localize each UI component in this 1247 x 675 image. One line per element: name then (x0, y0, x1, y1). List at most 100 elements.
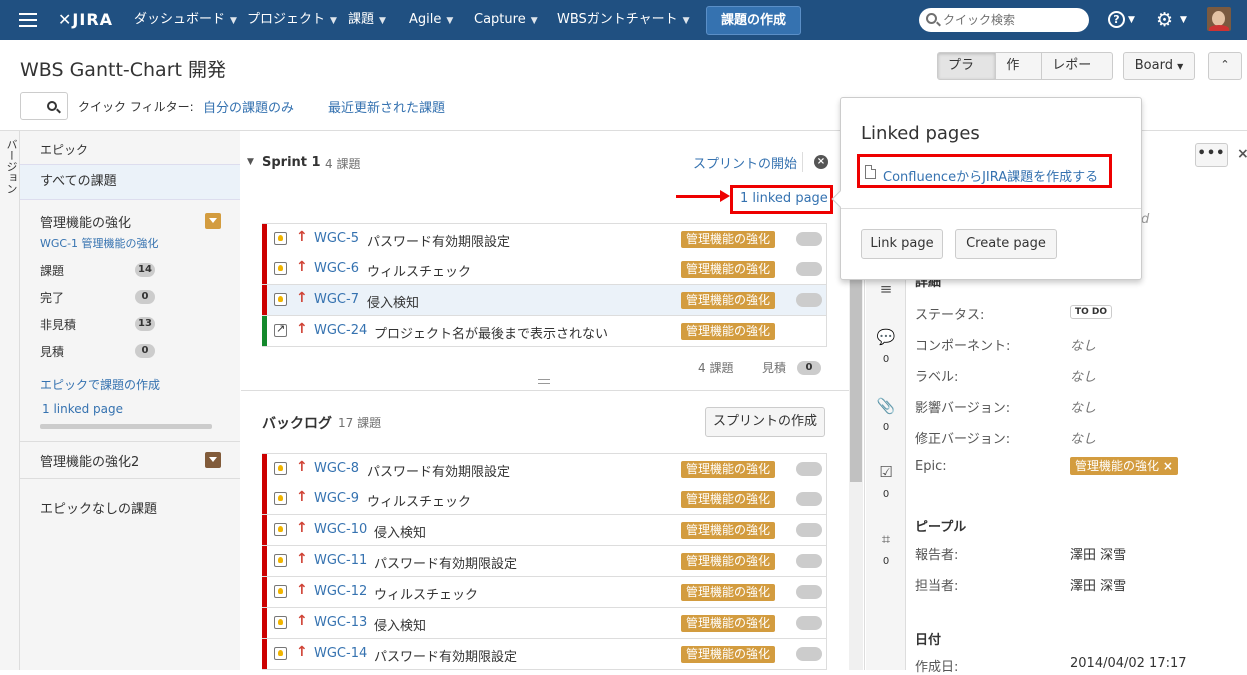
sprint-collapse-chevron-icon[interactable]: ▼ (247, 157, 254, 167)
board-menu-button[interactable]: Board ▼ (1123, 52, 1195, 80)
epic-create-issue-link[interactable]: エピックで課題の作成 (40, 376, 160, 393)
collapse-header-icon[interactable]: ⌃ (1208, 52, 1242, 80)
issue-key-link[interactable]: WGC-13 (314, 615, 367, 630)
mode-plan[interactable]: プラン (938, 53, 996, 79)
issue-epic-label[interactable]: 管理機能の強化 (681, 522, 776, 539)
issue-epic-label[interactable]: 管理機能の強化 (681, 615, 776, 632)
backlog-title: バックログ (262, 416, 332, 432)
link-page-button[interactable]: Link page (861, 229, 943, 259)
field-value[interactable]: なし (1070, 428, 1096, 447)
mode-work[interactable]: 作業 (995, 53, 1041, 79)
issue-key-link[interactable]: WGC-6 (314, 261, 359, 276)
user-avatar[interactable] (1207, 7, 1231, 31)
filter-search-input[interactable] (20, 92, 68, 120)
epic-field-tag[interactable]: 管理機能の強化 × (1070, 457, 1178, 475)
quick-search-input[interactable]: クイック検索 (919, 8, 1089, 32)
quick-filter-recently-updated[interactable]: 最近更新された課題 (328, 97, 445, 116)
help-icon[interactable]: ? (1108, 11, 1125, 28)
issue-row[interactable]: ↑ WGC-10 侵入検知 管理機能の強化 (262, 515, 827, 546)
issue-key-link[interactable]: WGC-12 (314, 584, 367, 599)
nav-issues[interactable]: 課題 ▼ (348, 0, 386, 40)
issue-row[interactable]: ↑ WGC-6 ウィルスチェック 管理機能の強化 (262, 254, 827, 285)
epic-name[interactable]: 管理機能の強化2 (40, 451, 139, 470)
epic-divider (20, 478, 240, 479)
sprint-issue-count: 4 課題 (325, 157, 361, 171)
epic-all-issues[interactable]: すべての課題 (20, 164, 240, 200)
issue-row[interactable]: ↑ WGC-9 ウィルスチェック 管理機能の強化 (262, 484, 827, 515)
epic-color-chevron-icon[interactable] (205, 452, 221, 468)
sprint-linked-page-link[interactable]: 1 linked page (740, 191, 828, 206)
nav-dashboard[interactable]: ダッシュボード ▼ (134, 0, 237, 40)
field-label: コンポーネント: (915, 339, 1011, 354)
issue-key-link[interactable]: WGC-9 (314, 491, 359, 506)
improvement-icon (274, 462, 287, 475)
quick-filter-my-issues[interactable]: 自分の課題のみ (203, 97, 294, 116)
issue-key-link[interactable]: WGC-11 (314, 553, 367, 568)
issue-epic-label[interactable]: 管理機能の強化 (681, 584, 776, 601)
settings-chevron-down-icon[interactable]: ▼ (1180, 0, 1187, 40)
reporter-value[interactable]: 澤田 深雪 (1070, 544, 1126, 563)
issue-row[interactable]: ↑ WGC-14 パスワード有効期限設定 管理機能の強化 (262, 639, 827, 670)
field-value[interactable]: なし (1070, 397, 1096, 416)
mode-report[interactable]: レポート (1041, 53, 1112, 79)
epic-key-link[interactable]: WGC-1 管理機能の強化 (40, 235, 159, 251)
issue-key-link[interactable]: WGC-24 (314, 323, 367, 338)
issue-row[interactable]: ↑ WGC-24 プロジェクト名が最後まで表示されない 管理機能の強化 (262, 316, 827, 347)
create-issue-button[interactable]: 課題の作成 (706, 6, 801, 35)
issue-key-link[interactable]: WGC-10 (314, 522, 367, 537)
create-sprint-button[interactable]: スプリントの作成 (705, 407, 825, 437)
capture-icon[interactable]: ⌗ (876, 530, 896, 548)
issue-epic-label[interactable]: 管理機能の強化 (681, 646, 776, 663)
issue-row[interactable]: ↑ WGC-11 パスワード有効期限設定 管理機能の強化 (262, 546, 827, 577)
create-page-button[interactable]: Create page (955, 229, 1057, 259)
sprint-close-icon[interactable]: × (814, 155, 828, 169)
remove-epic-icon[interactable]: × (1163, 459, 1173, 473)
issue-epic-label[interactable]: 管理機能の強化 (681, 461, 776, 478)
assignee-value[interactable]: 澤田 深雪 (1070, 575, 1126, 594)
nav-agile[interactable]: Agile ▼ (409, 0, 453, 40)
comment-icon[interactable]: 💬 (876, 328, 896, 346)
epic-divider (20, 441, 240, 442)
gear-icon[interactable]: ⚙ (1156, 0, 1173, 40)
version-panel-tab[interactable]: バージョン (0, 131, 20, 670)
issue-estimate-badge (796, 462, 822, 476)
issue-epic-label[interactable]: 管理機能の強化 (681, 553, 776, 570)
issue-key-link[interactable]: WGC-14 (314, 646, 367, 661)
issue-row[interactable]: ↑ WGC-13 侵入検知 管理機能の強化 (262, 608, 827, 639)
issue-epic-label[interactable]: 管理機能の強化 (681, 491, 776, 508)
issue-key-link[interactable]: WGC-7 (314, 292, 359, 307)
start-sprint-link[interactable]: スプリントの開始 (693, 153, 797, 172)
epic-color-chevron-icon[interactable] (205, 213, 221, 229)
issue-key-link[interactable]: WGC-5 (314, 231, 359, 246)
status-badge[interactable]: TO DO (1070, 305, 1113, 319)
epic-name[interactable]: 管理機能の強化 (40, 212, 131, 231)
help-chevron-down-icon[interactable]: ▼ (1128, 0, 1135, 40)
nav-wbs[interactable]: WBSガントチャート ▼ (557, 0, 690, 40)
issue-epic-label[interactable]: 管理機能の強化 (681, 231, 776, 248)
issue-row[interactable]: ↑ WGC-12 ウィルスチェック 管理機能の強化 (262, 577, 827, 608)
issue-priority-bar (262, 546, 267, 576)
close-detail-icon[interactable]: × (1237, 146, 1247, 162)
field-value[interactable]: なし (1070, 366, 1096, 385)
attachment-icon[interactable]: 📎 (876, 397, 896, 415)
jira-logo[interactable]: ✕JIRA (58, 0, 113, 40)
issue-row[interactable]: ↑ WGC-5 パスワード有効期限設定 管理機能の強化 (262, 223, 827, 255)
details-tab-icon[interactable]: ≡ (876, 280, 896, 298)
nav-capture[interactable]: Capture ▼ (474, 0, 538, 40)
sprint-resize-handle[interactable] (538, 379, 550, 384)
subtask-checklist-icon[interactable]: ☑ (876, 463, 896, 481)
epic-linked-page-link[interactable]: 1 linked page (42, 402, 123, 416)
nav-projects[interactable]: プロジェクト ▼ (247, 0, 337, 40)
issue-epic-label[interactable]: 管理機能の強化 (681, 261, 776, 278)
create-jira-issue-from-confluence-link[interactable]: ConfluenceからJIRA課題を作成する (883, 166, 1098, 185)
detail-partial-text: d (1141, 212, 1150, 227)
issue-epic-label[interactable]: 管理機能の強化 (681, 292, 776, 309)
menu-icon[interactable] (19, 13, 37, 27)
issue-key-link[interactable]: WGC-8 (314, 461, 359, 476)
detail-more-actions-button[interactable]: ••• (1195, 143, 1228, 167)
epic-no-epic-issues[interactable]: エピックなしの課題 (40, 498, 157, 517)
issue-epic-label[interactable]: 管理機能の強化 (681, 323, 776, 340)
field-value[interactable]: なし (1070, 335, 1096, 354)
issue-row[interactable]: ↑ WGC-8 パスワード有効期限設定 管理機能の強化 (262, 453, 827, 485)
issue-row[interactable]: ↑ WGC-7 侵入検知 管理機能の強化 (262, 285, 827, 316)
